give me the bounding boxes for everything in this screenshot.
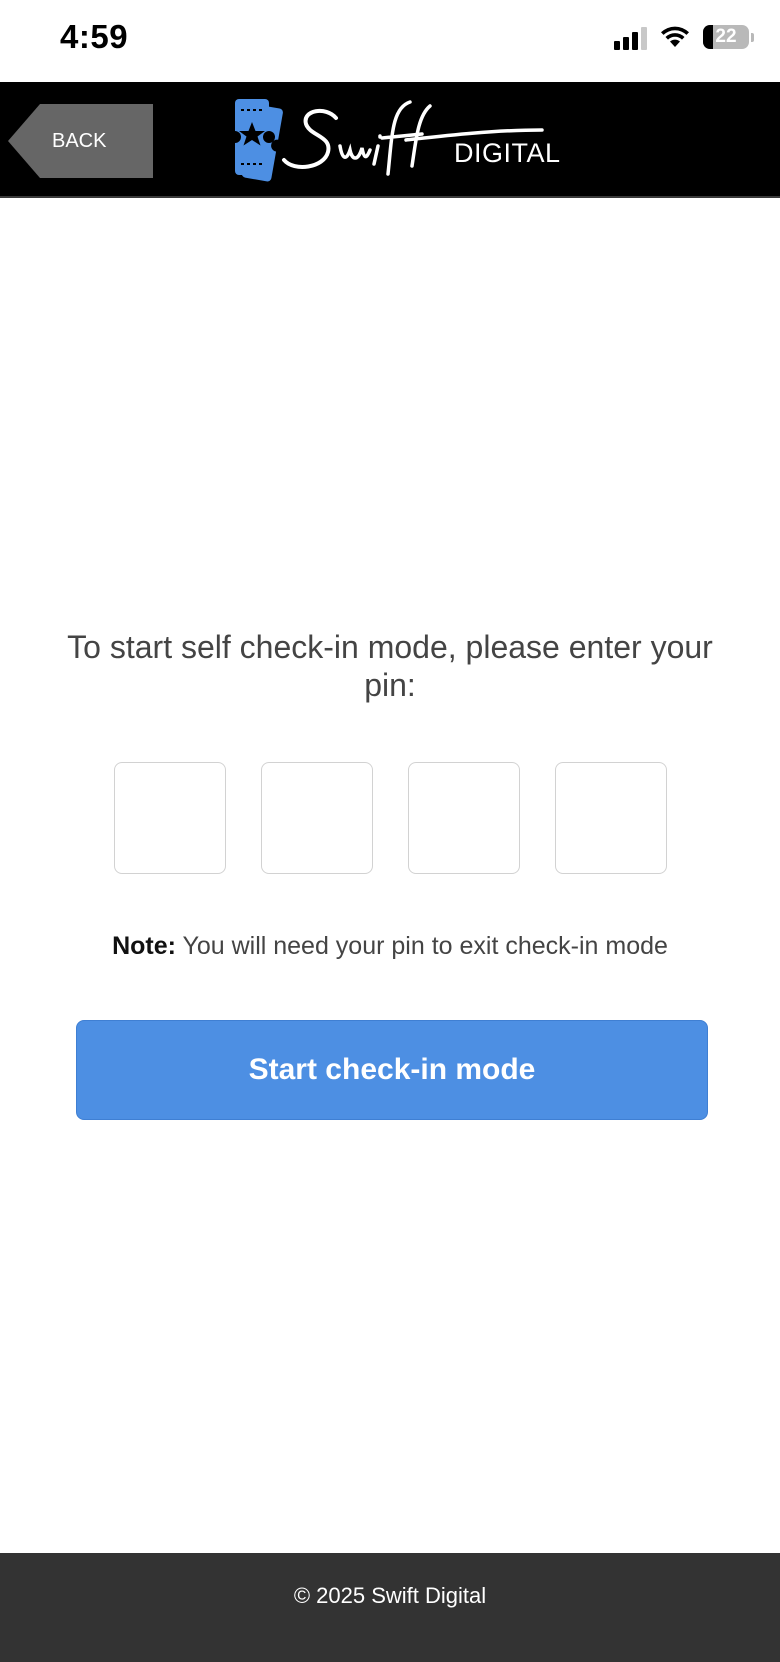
app-header: BACK DIGITAL <box>0 82 780 198</box>
pin-digit-1[interactable] <box>114 762 226 874</box>
status-icons: 22 <box>614 24 754 50</box>
logo-text: DIGITAL <box>454 138 561 168</box>
pin-input-group <box>114 762 670 875</box>
status-time: 4:59 <box>60 18 129 55</box>
footer: © 2025 Swift Digital <box>0 1553 780 1662</box>
note-label: Note: <box>112 932 176 960</box>
note-text: You will need your pin to exit check-in … <box>175 932 668 960</box>
status-bar: 4:59 22 <box>0 0 780 82</box>
start-check-in-button[interactable]: Start check-in mode <box>76 1020 708 1120</box>
pin-digit-3[interactable] <box>408 762 520 874</box>
back-button-label: BACK <box>52 130 107 152</box>
back-button[interactable]: BACK <box>8 104 153 178</box>
wifi-icon <box>661 26 689 47</box>
pin-prompt: To start self check-in mode, please ente… <box>67 629 713 703</box>
swift-digital-logo[interactable]: DIGITAL <box>232 96 560 186</box>
pin-note: Note: You will need your pin to exit che… <box>60 932 720 961</box>
pin-digit-2[interactable] <box>261 762 373 874</box>
battery-icon: 22 <box>703 25 749 49</box>
cellular-signal-icon <box>614 24 647 50</box>
battery-percent: 22 <box>715 26 737 47</box>
battery-nub <box>751 32 754 42</box>
pin-digit-4[interactable] <box>555 762 667 874</box>
copyright-text: © 2025 Swift Digital <box>293 1583 487 1608</box>
page: 4:59 22 BACK DIGITAL To start self check… <box>0 0 780 1662</box>
